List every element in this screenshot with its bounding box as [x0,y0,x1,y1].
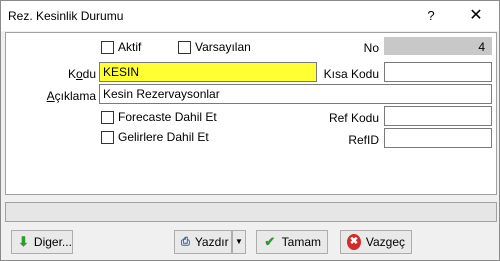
title-bar: Rez. Kesinlik Durumu ? ✕ [1,1,499,31]
kodu-label: Kodu [67,67,96,81]
gelirlere-checkbox[interactable]: Gelirlere Dahil Et [101,130,209,144]
gelirlere-checkbox-box[interactable] [101,130,114,144]
aciklama-label: Açıklama [46,89,96,103]
aciklama-input[interactable]: Kesin Rezervaysonlar [99,84,492,104]
forecaste-checkbox-box[interactable] [101,110,114,124]
dialog-window: Rez. Kesinlik Durumu ? ✕ Aktif Varsayıla… [0,0,500,261]
refid-label: RefID [348,133,379,147]
status-bar [5,202,497,222]
form-panel: Aktif Varsayılan No 4 Kodu KESIN Kısa Ko… [5,32,497,195]
aktif-label: Aktif [118,40,142,54]
forecaste-label: Forecaste Dahil Et [118,110,217,124]
diger-button[interactable]: ⬇ Diger... [11,230,73,254]
varsayilan-label: Varsayılan [195,40,251,54]
kisa-kodu-label: Kısa Kodu [323,67,379,81]
varsayilan-checkbox-box[interactable] [178,40,191,54]
arrow-down-icon: ⬇ [18,234,29,249]
no-label: No [363,41,379,55]
checkmark-icon: ✔ [264,234,276,249]
aktif-checkbox-box[interactable] [101,40,114,54]
no-field: 4 [384,37,492,55]
varsayilan-checkbox[interactable]: Varsayılan [178,40,251,54]
window-title: Rez. Kesinlik Durumu [8,9,124,23]
yazdir-button[interactable]: ⎙ Yazdır [174,230,232,254]
kisa-kodu-input[interactable] [384,62,492,82]
diger-label: Diger... [33,235,72,249]
cancel-icon: ✖ [347,234,361,250]
ref-kodu-label: Ref Kodu [328,111,379,125]
kodu-input[interactable]: KESIN [99,62,317,82]
aktif-checkbox[interactable]: Aktif [101,40,141,54]
tamam-label: Tamam [281,235,321,249]
yazdir-dropdown-button[interactable]: ▼ [232,230,246,254]
refid-input[interactable] [384,128,492,148]
ref-kodu-input[interactable] [384,106,492,126]
gelirlere-label: Gelirlere Dahil Et [118,130,209,144]
tamam-button[interactable]: ✔ Tamam [256,230,328,254]
chevron-down-icon: ▼ [235,237,243,246]
vazgec-button[interactable]: ✖ Vazgeç [340,230,412,254]
close-button[interactable]: ✕ [453,1,499,31]
print-preview-icon: ⎙ [181,236,190,248]
vazgec-label: Vazgeç [365,235,405,249]
yazdir-label: Yazdır [194,235,229,249]
forecaste-checkbox[interactable]: Forecaste Dahil Et [101,110,217,124]
help-button[interactable]: ? [411,1,451,31]
